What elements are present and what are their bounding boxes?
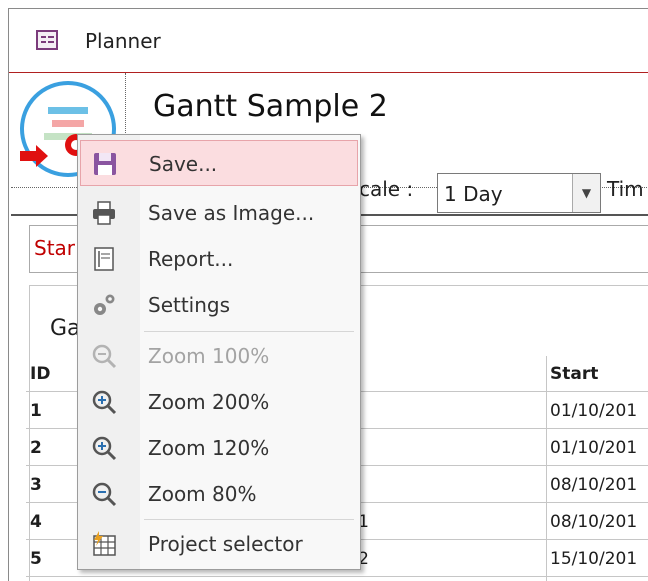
row-name: ty 2 <box>336 549 369 569</box>
zoom-out-icon <box>92 482 117 507</box>
row-id: 2 <box>30 438 42 458</box>
menu-item-label: Report... <box>148 247 234 271</box>
row-start: 08/10/201 <box>550 475 638 495</box>
page-title: Gantt Sample 2 <box>153 89 388 124</box>
row-start: 01/10/201 <box>550 401 638 421</box>
grid-column-divider <box>546 356 547 581</box>
save-icon <box>94 153 116 175</box>
menu-item-zoom-80[interactable]: Zoom 80% <box>80 471 358 517</box>
menu-item-save[interactable]: Save... <box>80 140 358 186</box>
title-bar: Planner <box>9 9 648 73</box>
window-title: Planner <box>85 29 161 53</box>
chevron-down-icon[interactable]: ▼ <box>572 174 600 212</box>
form-icon <box>36 30 58 50</box>
row-id: 3 <box>30 475 42 495</box>
row-start: 01/10/201 <box>550 438 638 458</box>
project-selector-icon <box>93 531 116 556</box>
row-id: 1 <box>30 401 42 421</box>
menu-item-zoom-120[interactable]: Zoom 120% <box>80 425 358 471</box>
row-id: 4 <box>30 512 42 532</box>
row-name <box>336 430 536 466</box>
row-start: 08/10/201 <box>550 512 638 532</box>
row-name <box>336 467 536 503</box>
menu-separator <box>144 519 354 520</box>
menu-item-label: Zoom 100% <box>148 344 270 368</box>
row-start: 15/10/201 <box>550 549 638 569</box>
menu-item-label: Zoom 80% <box>148 482 257 506</box>
report-icon <box>94 247 114 271</box>
menu-item-zoom-200[interactable]: Zoom 200% <box>80 379 358 425</box>
scale-value: 1 Day <box>444 182 503 206</box>
column-header-start[interactable]: Start <box>550 356 648 392</box>
menu-item-label: Zoom 120% <box>148 436 270 460</box>
menu-item-report[interactable]: Report... <box>80 236 358 282</box>
zoom-in-icon <box>92 436 117 461</box>
menu-item-label: Save as Image... <box>148 201 315 225</box>
scale-label: cale : <box>359 177 414 201</box>
menu-item-label: Settings <box>148 293 231 317</box>
menu-item-settings[interactable]: Settings <box>80 282 358 328</box>
time-label: Tim <box>607 177 644 201</box>
start-label: Star <box>34 236 76 260</box>
row-name: ty 1 <box>336 512 369 532</box>
printer-icon <box>93 201 115 225</box>
column-header-id[interactable]: ID <box>30 356 70 392</box>
menu-item-zoom-100[interactable]: Zoom 100% <box>80 333 358 379</box>
zoom-reset-icon <box>92 344 117 369</box>
scale-select[interactable]: 1 Day ▼ <box>437 173 601 213</box>
context-menu: Save... Save as Image... Report... Setti… <box>77 134 361 570</box>
gantt-title: Ga <box>50 316 81 341</box>
gears-icon <box>94 294 115 315</box>
menu-item-save-as-image[interactable]: Save as Image... <box>80 190 358 236</box>
row-name <box>336 393 536 429</box>
menu-item-label: Project selector <box>148 532 303 556</box>
menu-item-label: Zoom 200% <box>148 390 270 414</box>
zoom-in-icon <box>92 390 117 415</box>
menu-separator <box>144 331 354 332</box>
row-id: 5 <box>30 549 42 569</box>
menu-item-project-selector[interactable]: Project selector <box>80 521 358 567</box>
menu-item-label: Save... <box>149 152 218 176</box>
